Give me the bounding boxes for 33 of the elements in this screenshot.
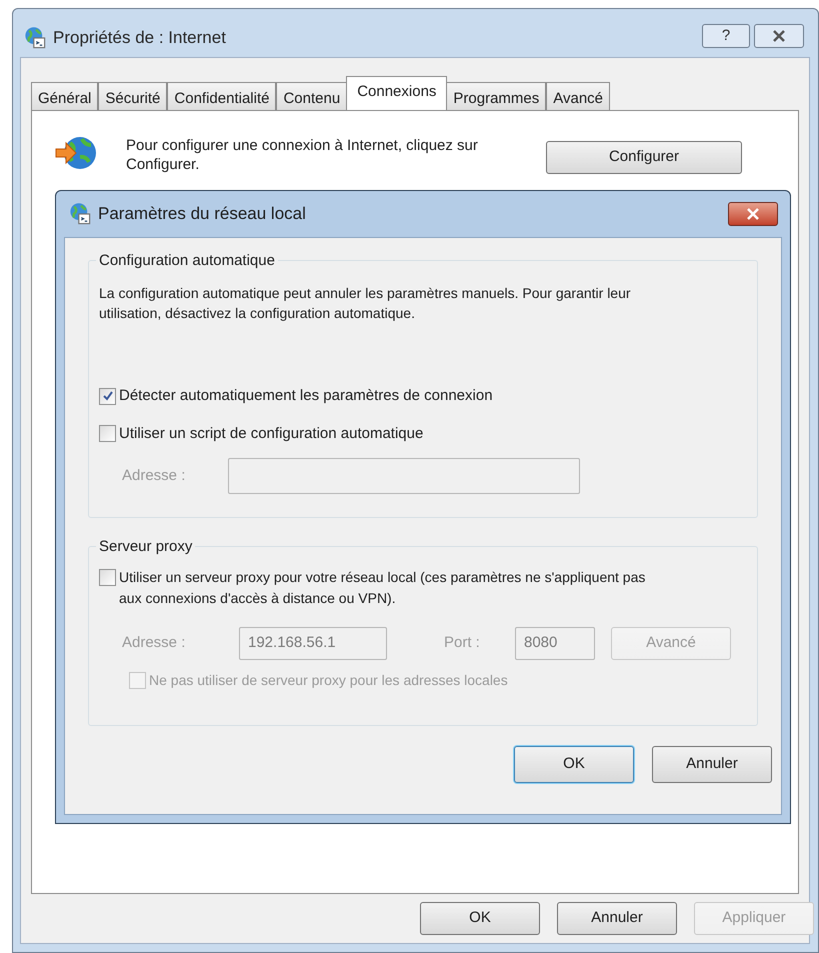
configure-button[interactable]: Configurer xyxy=(546,141,742,174)
port-label: Port : xyxy=(444,633,481,654)
checkbox[interactable] xyxy=(99,569,116,586)
checkbox[interactable] xyxy=(99,425,116,442)
dialog-title: Paramètres du réseau local xyxy=(98,203,306,226)
auto-config-description: La configuration automatique peut annuler les paramètres manuels. Pour garantir leur utilisation, désactivez la configuration automatique. xyxy=(99,284,632,323)
address-label: Adresse : xyxy=(122,633,186,654)
tab[interactable]: Sécurité xyxy=(98,82,168,110)
address-label: Adresse : xyxy=(122,466,186,486)
tab[interactable]: Avancé xyxy=(546,82,610,110)
connection-instructions: Pour configurer une connexion à Internet, cliquez sur Configurer. xyxy=(126,136,479,174)
close-button[interactable] xyxy=(728,202,778,226)
check-icon xyxy=(102,390,114,402)
dialog-button[interactable]: OK xyxy=(420,902,540,935)
close-icon xyxy=(772,30,786,42)
dialog-button[interactable]: Annuler xyxy=(557,902,677,935)
checkbox[interactable] xyxy=(99,388,116,405)
checkbox-label[interactable]: Utiliser un script de configuration automatique xyxy=(119,422,424,445)
checkbox-label[interactable]: Détecter automatiquement les paramètres de connexion xyxy=(119,385,493,408)
help-button[interactable]: ? xyxy=(702,24,750,48)
tab[interactable]: Connexions xyxy=(346,76,448,110)
tab[interactable]: Général xyxy=(31,82,98,110)
globe-icon xyxy=(23,26,47,50)
globe-icon xyxy=(68,202,92,226)
close-button[interactable] xyxy=(754,24,804,48)
tab[interactable]: Confidentialité xyxy=(167,82,276,110)
tab[interactable]: Contenu xyxy=(276,82,348,110)
close-icon xyxy=(746,208,760,220)
tab[interactable]: Programmes xyxy=(446,82,546,110)
dialog-button[interactable]: Annuler xyxy=(652,746,772,783)
checkbox-label[interactable]: Utiliser un serveur proxy pour votre réseau local (ces paramètres ne s'appliquent pas aux connexions d'accès à distance ou VPN). xyxy=(119,567,659,609)
window-title: Propriétés de : Internet xyxy=(53,27,226,50)
dialog-button[interactable]: OK xyxy=(514,746,634,783)
